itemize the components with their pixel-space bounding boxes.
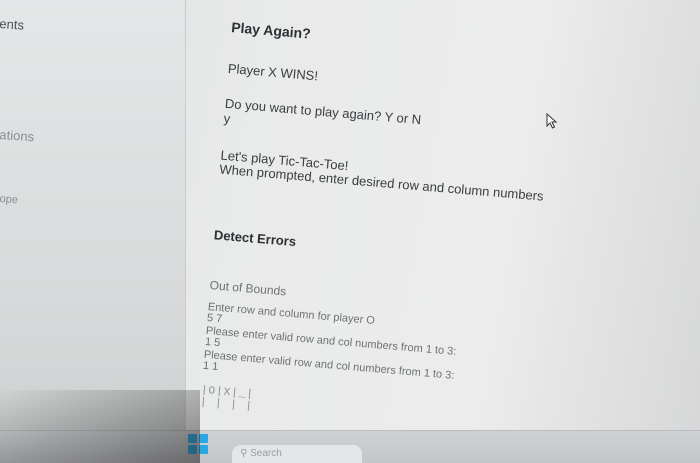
enter-prompt: Enter row and column for player O bbox=[207, 301, 376, 327]
winner-text: Player X WINS! bbox=[227, 60, 319, 84]
sidebar: ents ations ope bbox=[0, 0, 186, 430]
play-again-prompt: Do you want to play again? Y or N bbox=[224, 95, 422, 128]
taskbar-search-input[interactable]: ⚲ Search bbox=[232, 445, 362, 463]
mouse-cursor-icon bbox=[546, 113, 558, 129]
windows-start-icon[interactable] bbox=[188, 434, 208, 454]
input-line-3: 1 1 bbox=[202, 359, 219, 374]
sidebar-item-1[interactable]: ations bbox=[0, 127, 35, 144]
section-subtitle: Out of Bounds bbox=[209, 278, 287, 299]
sidebar-item-0[interactable]: ents bbox=[0, 16, 25, 33]
taskbar: ⚲ Search bbox=[0, 430, 700, 463]
main-content: Play Again? Player X WINS! Do you want t… bbox=[199, 19, 651, 413]
page-title: Play Again? bbox=[230, 19, 312, 42]
section-title: Detect Errors bbox=[213, 227, 297, 250]
screen: ents ations ope Play Again? Player X WIN… bbox=[0, 0, 700, 463]
intro-text-2: When prompted, enter desired row and col… bbox=[218, 161, 545, 204]
search-icon: ⚲ bbox=[240, 448, 251, 459]
search-placeholder: Search bbox=[250, 448, 282, 459]
sidebar-item-2[interactable]: ope bbox=[0, 193, 18, 206]
answer-text: y bbox=[223, 110, 231, 127]
